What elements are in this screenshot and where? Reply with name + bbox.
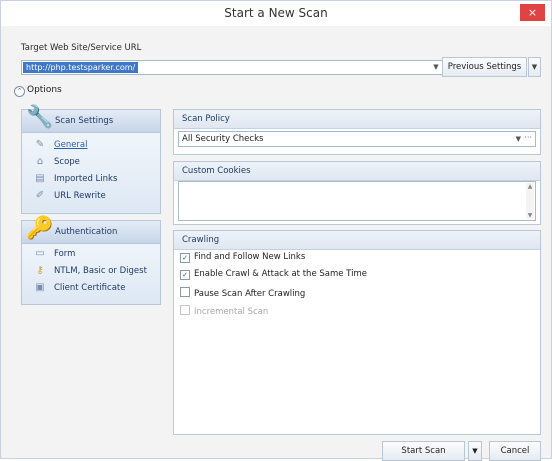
scan-policy-header: Scan Policy — [174, 110, 540, 129]
find-follow-links-option[interactable]: ✓ Find and Follow New Links — [180, 252, 305, 265]
incremental-scan-checkbox — [180, 305, 190, 315]
pause-after-crawling-checkbox[interactable] — [180, 287, 190, 297]
nav-item-ntlm[interactable]: ⚷ NTLM, Basic or Digest — [34, 265, 147, 279]
previous-settings-dropdown[interactable]: ▼ — [528, 57, 541, 77]
form-icon: ▭ — [35, 248, 45, 259]
nav-item-general[interactable]: ✎ General — [34, 139, 88, 153]
start-scan-dropdown[interactable]: ▼ — [468, 441, 482, 461]
target-url-value: http://php.testsparker.com/ — [23, 62, 139, 73]
scan-settings-header[interactable]: 🔧 Scan Settings — [22, 106, 160, 133]
rewrite-icon: ✐ — [35, 190, 45, 201]
nav-item-url-rewrite[interactable]: ✐ URL Rewrite — [34, 190, 106, 204]
crawl-attack-checkbox[interactable]: ✓ — [180, 270, 190, 280]
pause-after-crawling-option[interactable]: Pause Scan After Crawling — [180, 287, 305, 300]
crawling-header: Crawling — [174, 231, 540, 250]
custom-cookies-panel: Custom Cookies ▲ ▼ — [173, 161, 541, 225]
nav-item-form[interactable]: ▭ Form — [34, 248, 75, 262]
collapse-icon: ⌃ — [14, 86, 25, 97]
target-url-label: Target Web Site/Service URL — [21, 43, 142, 53]
nav-item-imported-links[interactable]: ▤ Imported Links — [34, 173, 117, 187]
scan-settings-group: 🔧 Scan Settings ✎ General ⌂ Scope ▤ Importe… — [21, 106, 161, 214]
incremental-scan-option: Incremental Scan — [180, 305, 268, 318]
find-follow-links-checkbox[interactable]: ✓ — [180, 253, 190, 263]
crawl-attack-option[interactable]: ✓ Enable Crawl & Attack at the Same Time — [180, 269, 367, 282]
custom-cookies-input[interactable]: ▲ ▼ — [178, 181, 536, 221]
custom-cookies-header: Custom Cookies — [174, 162, 540, 181]
scan-dialog: Start a New Scan × Target Web Site/Servi… — [0, 0, 552, 461]
scan-policy-panel: Scan Policy All Security Checks ▼ ··· — [173, 109, 541, 155]
nav-item-client-certificate[interactable]: ▣ Client Certificate — [34, 282, 125, 296]
wrench-icon: ✎ — [35, 139, 45, 150]
options-toggle[interactable]: ⌃ Options — [14, 85, 62, 99]
wrench-icon: 🔧 — [26, 105, 54, 130]
dialog-title: Start a New Scan — [224, 6, 328, 20]
target-url-input[interactable]: http://php.testsparker.com/ ▼ — [21, 60, 444, 75]
scope-icon: ⌂ — [36, 156, 44, 167]
scan-policy-value: All Security Checks — [182, 134, 264, 144]
nav-item-scope[interactable]: ⌂ Scope — [34, 156, 80, 170]
scroll-up-icon[interactable]: ▲ — [526, 183, 534, 190]
start-scan-button[interactable]: Start Scan — [382, 441, 465, 461]
key-icon: 🔑 — [26, 216, 54, 241]
title-bar: Start a New Scan × — [1, 1, 551, 26]
cancel-button[interactable]: Cancel — [489, 441, 541, 461]
scroll-down-icon[interactable]: ▼ — [526, 212, 534, 219]
more-options-icon[interactable]: ··· — [524, 131, 532, 145]
authentication-header[interactable]: 🔑 Authentication — [22, 217, 160, 244]
key-icon: ⚷ — [36, 265, 44, 276]
chevron-down-icon[interactable]: ▼ — [431, 61, 441, 74]
chevron-down-icon[interactable]: ▼ — [516, 132, 521, 146]
options-label: Options — [27, 85, 62, 95]
crawling-panel: Crawling ✓ Find and Follow New Links ✓ Ena… — [173, 230, 541, 435]
authentication-group: 🔑 Authentication ▭ Form ⚷ NTLM, Basic or D… — [21, 217, 161, 305]
certificate-icon: ▣ — [35, 282, 45, 293]
scan-policy-select[interactable]: All Security Checks ▼ ··· — [178, 131, 536, 147]
cookies-scrollbar[interactable]: ▲ ▼ — [526, 183, 534, 219]
previous-settings-button[interactable]: Previous Settings — [442, 57, 527, 77]
close-button[interactable]: × — [520, 4, 545, 21]
links-icon: ▤ — [35, 173, 45, 184]
